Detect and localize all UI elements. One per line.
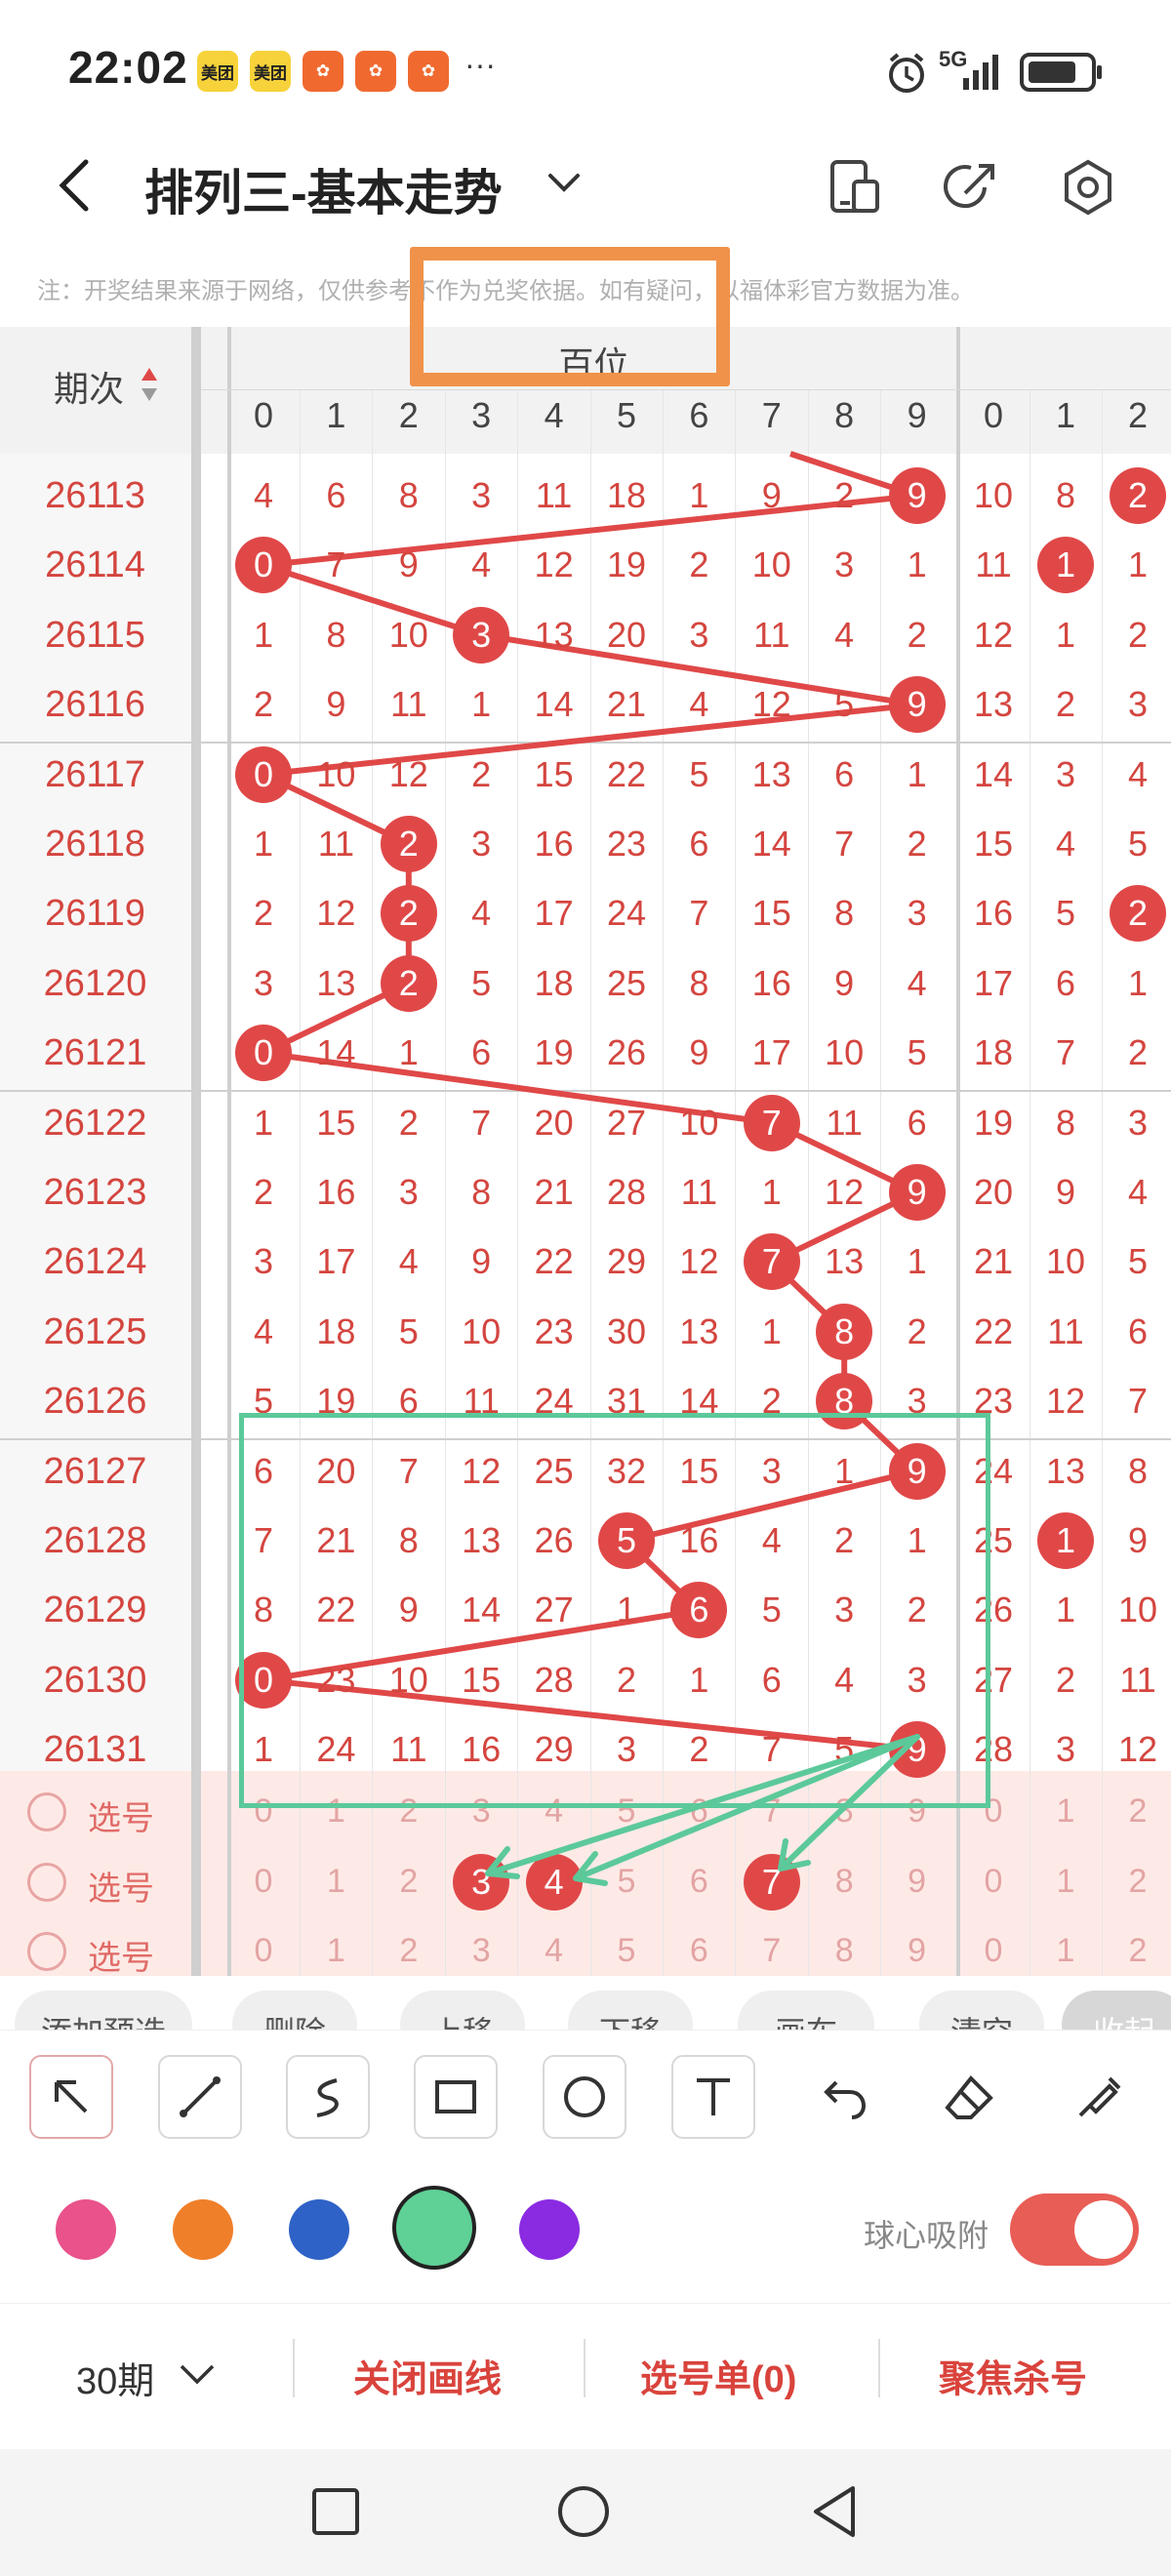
undo-icon[interactable] <box>800 2055 884 2139</box>
more-notifications: ··· <box>464 47 496 82</box>
pick-list-button[interactable]: 选号单(0) <box>640 2349 796 2402</box>
snap-toggle[interactable] <box>1010 2194 1139 2266</box>
back-arrow-icon[interactable] <box>51 156 100 215</box>
trend-chart: 期次 百位 0123456789012 26113 4 6 8 3 11 18 1 9 2 9 10 8… <box>0 247 1171 1977</box>
line-icon[interactable] <box>158 2055 242 2139</box>
recent-apps-icon[interactable] <box>310 2486 361 2537</box>
meituan-badge: 美团 <box>250 51 291 92</box>
settings-icon[interactable] <box>1059 158 1117 217</box>
clock: 22:02 <box>68 42 188 93</box>
green-arrow-annotations[interactable] <box>0 327 1171 1976</box>
orange-color-swatch[interactable] <box>173 2199 233 2260</box>
status-bar: 22:02 美团 美团 ✿ ✿ ✿ ··· 5G <box>0 0 1171 146</box>
alarm-icon <box>889 53 924 93</box>
pink-color-swatch[interactable] <box>56 2199 116 2260</box>
close-lines-button[interactable]: 关闭画线 <box>353 2349 502 2402</box>
back-icon[interactable] <box>810 2484 861 2539</box>
purple-color-swatch[interactable] <box>519 2199 580 2260</box>
circle-icon[interactable] <box>543 2055 626 2139</box>
toggle-knob <box>1074 2200 1133 2259</box>
brush-icon[interactable] <box>1056 2055 1140 2139</box>
focus-kill-button[interactable]: 聚焦杀号 <box>939 2349 1087 2402</box>
chevron-down-icon[interactable] <box>178 2360 217 2390</box>
share-icon[interactable] <box>942 158 1000 217</box>
divider <box>584 2339 586 2397</box>
period-select[interactable]: 30期 <box>76 2351 154 2404</box>
device-layout-icon[interactable] <box>825 158 883 217</box>
bottom-action-bar: 30期 关闭画线 选号单(0) 聚焦杀号 <box>0 2303 1171 2450</box>
divider <box>293 2339 295 2397</box>
home-icon[interactable] <box>556 2484 611 2539</box>
chevron-down-icon[interactable] <box>546 168 582 197</box>
divider <box>878 2339 880 2397</box>
text-icon[interactable] <box>671 2055 755 2139</box>
pointer-arrow-icon[interactable] <box>29 2055 113 2139</box>
app-notification-icon: ✿ <box>408 51 449 92</box>
title-bar: 排列三-基本走势 <box>0 127 1171 244</box>
app-notification-icon: ✿ <box>355 51 396 92</box>
battery-icon <box>1020 53 1102 92</box>
snap-label: 球心吸附 <box>864 2218 989 2253</box>
rectangle-icon[interactable] <box>414 2055 498 2139</box>
blue-color-swatch[interactable] <box>289 2199 349 2260</box>
eraser-icon[interactable] <box>927 2055 1011 2139</box>
freehand-icon[interactable] <box>286 2055 370 2139</box>
system-nav-bar <box>0 2449 1171 2576</box>
app-notification-icon: ✿ <box>303 51 343 92</box>
green-color-swatch-selected[interactable] <box>392 2186 476 2270</box>
signal-icon <box>963 55 998 90</box>
meituan-badge: 美团 <box>197 51 238 92</box>
page-title[interactable]: 排列三-基本走势 <box>144 154 503 224</box>
